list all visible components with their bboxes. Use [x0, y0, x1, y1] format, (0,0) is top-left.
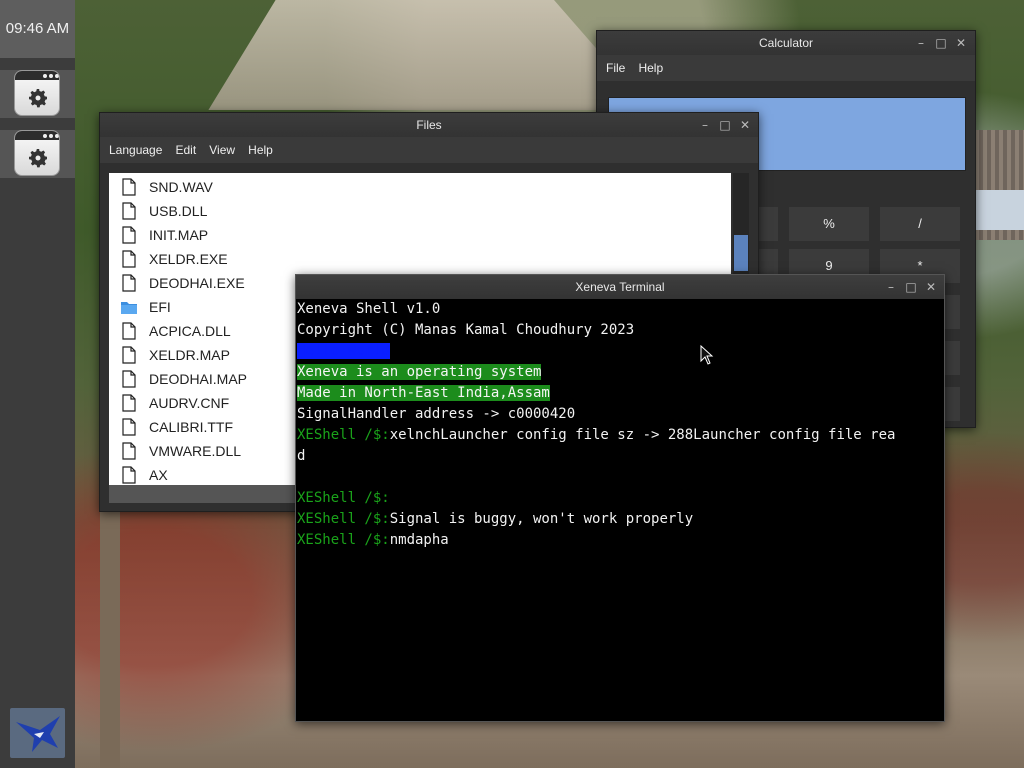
taskbar-app-button[interactable] [14, 70, 60, 116]
xeneva-bird-icon [16, 716, 60, 752]
file-name: CALIBRI.TTF [149, 419, 234, 435]
menu-help[interactable]: Help [634, 55, 667, 81]
file-name: DEODHAI.EXE [149, 275, 245, 291]
file-icon [122, 346, 136, 364]
calculator-menubar: File Help [597, 55, 975, 81]
start-button[interactable] [10, 708, 65, 758]
file-name: XELDR.MAP [149, 347, 230, 363]
list-item[interactable]: XELDR.EXE [109, 247, 409, 271]
terminal-line: Copyright (C) Manas Kamal Choudhury 2023 [297, 320, 634, 341]
terminal-line: Xeneva is an operating system [297, 362, 542, 383]
terminal-text: Hello World [297, 343, 390, 359]
window-title: Files [416, 118, 442, 132]
file-name: SND.WAV [149, 179, 213, 195]
close-icon[interactable]: ✕ [737, 113, 753, 137]
terminal-line: XEShell /$: [297, 488, 390, 509]
gear-icon [29, 89, 47, 108]
terminal-line: XEShell /$:xelnchLauncher config file sz… [297, 425, 895, 446]
file-name: XELDR.EXE [149, 251, 228, 267]
key-percent[interactable]: % [789, 207, 869, 241]
file-icon [122, 394, 136, 412]
terminal-text: xelnchLauncher config file sz -> 288Laun… [389, 427, 896, 443]
minimize-icon[interactable]: – [883, 275, 899, 299]
minimize-icon[interactable]: – [697, 113, 713, 137]
menu-help[interactable]: Help [244, 137, 277, 163]
shell-prompt: XEShell /$: [297, 427, 390, 443]
file-icon [122, 226, 136, 244]
file-icon [122, 250, 136, 268]
terminal-line: d [297, 446, 305, 467]
file-name: USB.DLL [149, 203, 208, 219]
scrollbar-thumb[interactable] [734, 235, 748, 271]
shell-prompt: XEShell /$: [297, 511, 390, 527]
taskbar: 09:46 AM [0, 0, 75, 768]
taskbar-item-2[interactable] [0, 130, 75, 178]
minimize-icon[interactable]: – [913, 31, 929, 55]
list-item[interactable]: SND.WAV [109, 175, 409, 199]
file-name: EFI [149, 299, 171, 315]
terminal-text: SignalHandler address -> c0000420 [297, 406, 576, 422]
terminal-text: Made in North-East India,Assam [297, 385, 550, 401]
file-icon [122, 274, 136, 292]
menu-file[interactable]: File [602, 55, 629, 81]
maximize-icon[interactable]: □ [903, 275, 919, 299]
file-name: VMWARE.DLL [149, 443, 242, 459]
close-icon[interactable]: ✕ [923, 275, 939, 299]
folder-icon [121, 302, 137, 314]
file-icon [122, 322, 136, 340]
files-menubar: Language Edit View Help [100, 137, 758, 163]
file-icon [122, 202, 136, 220]
terminal-text: nmdapha [389, 532, 449, 548]
terminal-line: Hello World [297, 341, 390, 362]
gear-icon [29, 149, 47, 168]
mouse-cursor-icon [700, 345, 714, 365]
file-icon [122, 466, 136, 484]
terminal-text: Xeneva is an operating system [297, 364, 542, 380]
terminal-text: Xeneva Shell v1.0 [297, 301, 441, 317]
file-icon [122, 418, 136, 436]
file-icon [122, 178, 136, 196]
calculator-titlebar[interactable]: Calculator – □ ✕ [597, 31, 975, 55]
file-name: INIT.MAP [149, 227, 209, 243]
terminal-text: Copyright (C) Manas Kamal Choudhury 2023 [297, 322, 635, 338]
terminal-text: d [297, 448, 306, 464]
terminal-line: XEShell /$:nmdapha [297, 530, 449, 551]
menu-edit[interactable]: Edit [171, 137, 200, 163]
terminal-line: SignalHandler address -> c0000420 [297, 404, 575, 425]
key-divide[interactable]: / [880, 207, 960, 241]
terminal-line: Xeneva Shell v1.0 [297, 299, 440, 320]
terminal-line: Made in North-East India,Assam [297, 383, 550, 404]
file-name: ACPICA.DLL [149, 323, 231, 339]
close-icon[interactable]: ✕ [953, 31, 969, 55]
menu-language[interactable]: Language [105, 137, 166, 163]
file-name: AUDRV.CNF [149, 395, 230, 411]
terminal-line: XEShell /$:Signal is buggy, won't work p… [297, 509, 693, 530]
wallpaper-post [100, 510, 120, 768]
file-name: AX [149, 467, 168, 483]
list-item[interactable]: USB.DLL [109, 199, 409, 223]
menu-view[interactable]: View [205, 137, 239, 163]
terminal-output[interactable]: Xeneva Shell v1.0 Copyright (C) Manas Kam… [296, 299, 944, 721]
clock: 09:46 AM [0, 0, 75, 58]
shell-prompt: XEShell /$: [297, 490, 390, 506]
file-name: DEODHAI.MAP [149, 371, 248, 387]
wallpaper-shed-roof [975, 190, 1024, 230]
taskbar-app-button[interactable] [14, 130, 60, 176]
maximize-icon[interactable]: □ [717, 113, 733, 137]
maximize-icon[interactable]: □ [933, 31, 949, 55]
terminal-text: Signal is buggy, won't work properly [389, 511, 694, 527]
shell-prompt: XEShell /$: [297, 532, 390, 548]
terminal-titlebar[interactable]: Xeneva Terminal – □ ✕ [296, 275, 944, 299]
taskbar-item-1[interactable] [0, 70, 75, 118]
file-icon [122, 370, 136, 388]
files-titlebar[interactable]: Files – □ ✕ [100, 113, 758, 137]
list-item[interactable]: INIT.MAP [109, 223, 409, 247]
terminal-window[interactable]: Xeneva Terminal – □ ✕ Xeneva Shell v1.0 C… [295, 274, 945, 722]
file-icon [122, 442, 136, 460]
window-title: Xeneva Terminal [575, 280, 665, 294]
